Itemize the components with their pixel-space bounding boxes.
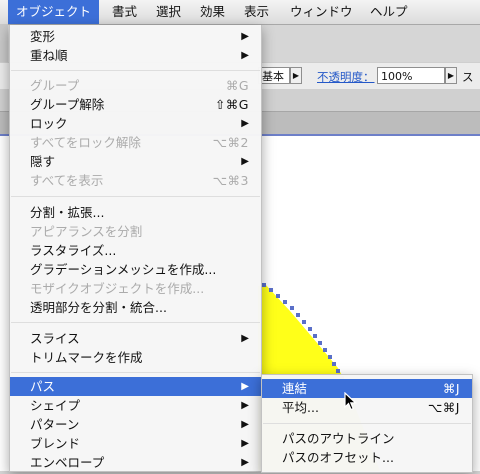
menu-bar: オブジェクト 書式 選択 効果 表示 ウィンドウ ヘルプ (0, 0, 480, 25)
menu-item-slice[interactable]: スライス ▶ (10, 329, 261, 348)
menu-item-hide[interactable]: 隠す ▶ (10, 152, 261, 171)
menu-item-arrange[interactable]: 重ね順 ▶ (10, 46, 261, 65)
menu-item-average[interactable]: 平均... ⌥⌘J (262, 398, 472, 417)
opacity-input[interactable]: 100% (377, 67, 445, 84)
menu-view[interactable]: 表示 (236, 0, 277, 24)
submenu-arrow-icon: ▶ (241, 400, 249, 411)
submenu-arrow-icon: ▶ (241, 333, 249, 344)
menu-type[interactable]: 書式 (104, 0, 145, 24)
menu-separator (263, 423, 471, 424)
menu-window[interactable]: ウィンドウ (282, 0, 361, 24)
menu-item-pattern[interactable]: パターン ▶ (10, 415, 261, 434)
menu-item-transform[interactable]: 変形 ▶ (10, 27, 261, 46)
menu-item-unlock-all[interactable]: すべてをロック解除 ⌥⌘2 (10, 133, 261, 152)
menu-item-rasterize[interactable]: ラスタライズ... (10, 241, 261, 260)
menu-item-expand-appearance[interactable]: アピアランスを分割 (10, 222, 261, 241)
menu-separator (11, 322, 260, 323)
menu-item-outline-stroke[interactable]: パスのアウトライン (262, 429, 472, 448)
menu-separator (11, 196, 260, 197)
style-select[interactable]: 基本 (258, 67, 290, 84)
menu-help[interactable]: ヘルプ (362, 0, 416, 24)
submenu-arrow-icon: ▶ (241, 457, 249, 468)
opacity-label[interactable]: 不透明度： (317, 69, 375, 85)
menu-separator (11, 372, 260, 373)
submenu-arrow-icon: ▶ (241, 156, 249, 167)
menu-item-create-mosaic[interactable]: モザイクオブジェクトを作成... (10, 279, 261, 298)
menu-item-offset-path[interactable]: パスのオフセット... (262, 448, 472, 467)
style-dropdown-arrow-icon[interactable]: ▶ (290, 67, 302, 84)
submenu-arrow-icon: ▶ (241, 118, 249, 129)
menu-item-create-trim-marks[interactable]: トリムマークを作成 (10, 348, 261, 367)
menu-item-show-all[interactable]: すべてを表示 ⌥⌘3 (10, 171, 261, 190)
menu-item-envelope[interactable]: エンベロープ ▶ (10, 453, 261, 472)
menu-item-expand[interactable]: 分割・拡張... (10, 203, 261, 222)
submenu-arrow-icon: ▶ (241, 50, 249, 61)
menu-select[interactable]: 選択 (148, 0, 189, 24)
menu-separator (11, 70, 260, 71)
menu-item-blend[interactable]: ブレンド ▶ (10, 434, 261, 453)
menu-item-shape[interactable]: シェイプ ▶ (10, 396, 261, 415)
menu-object[interactable]: オブジェクト (8, 0, 100, 24)
submenu-arrow-icon: ▶ (241, 438, 249, 449)
menu-item-path[interactable]: パス ▶ (10, 377, 261, 396)
object-menu: 変形 ▶ 重ね順 ▶ グループ ⌘G グループ解除 ⇧⌘G ロック ▶ すべてをロック解除… (9, 25, 262, 472)
arrow-cursor-icon (344, 392, 358, 411)
menu-item-lock[interactable]: ロック ▶ (10, 114, 261, 133)
submenu-arrow-icon: ▶ (241, 419, 249, 430)
menu-item-group[interactable]: グループ ⌘G (10, 76, 261, 95)
menu-item-join[interactable]: 連結 ⌘J (262, 379, 472, 398)
opacity-dropdown-arrow-icon[interactable]: ▶ (445, 67, 457, 84)
menu-item-flatten-transparency[interactable]: 透明部分を分割・統合... (10, 298, 261, 317)
submenu-arrow-icon: ▶ (241, 31, 249, 42)
menu-effect[interactable]: 効果 (192, 0, 233, 24)
control-bar-truncated-label: ス (462, 70, 474, 84)
path-submenu: 連結 ⌘J 平均... ⌥⌘J パスのアウトライン パスのオフセット... (261, 374, 473, 473)
submenu-arrow-icon: ▶ (241, 381, 249, 392)
menu-item-ungroup[interactable]: グループ解除 ⇧⌘G (10, 95, 261, 114)
menu-item-create-gradient-mesh[interactable]: グラデーションメッシュを作成... (10, 260, 261, 279)
